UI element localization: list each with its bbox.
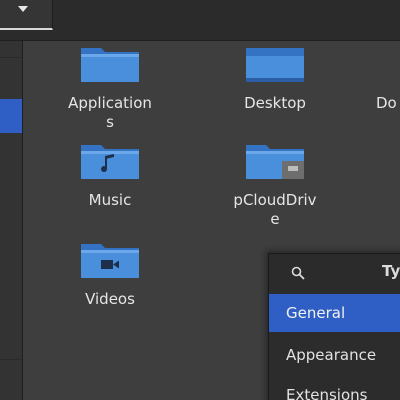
file-label: pCloudDriv e: [233, 191, 317, 228]
sidebar-divider: [0, 359, 22, 360]
menu-item-extensions[interactable]: Extensions: [269, 376, 400, 400]
search-hint-text: Ty: [382, 262, 400, 280]
sidebar-item-selected[interactable]: [0, 99, 22, 133]
file-item-applications[interactable]: Application s: [50, 44, 170, 132]
remote-folder-icon: [242, 141, 308, 181]
chevron-down-icon: [18, 6, 28, 12]
file-item-music[interactable]: Music: [50, 141, 170, 210]
desktop-folder-icon: [242, 44, 308, 84]
sidebar: [0, 41, 23, 400]
path-dropdown-button[interactable]: [0, 0, 53, 30]
header-bar: [0, 0, 400, 41]
video-folder-icon: [77, 240, 143, 280]
file-label: Videos: [85, 290, 135, 308]
popover-search-bar[interactable]: Ty: [269, 254, 400, 290]
file-item-partial[interactable]: Do: [344, 44, 400, 113]
search-icon: [291, 265, 305, 280]
file-item-videos[interactable]: Videos: [50, 240, 170, 309]
file-item-desktop[interactable]: Desktop: [215, 44, 335, 113]
file-label: Music: [88, 191, 132, 209]
file-item-pclouddrive[interactable]: pCloudDriv e: [215, 141, 335, 229]
music-folder-icon: [77, 141, 143, 181]
folder-icon: [386, 44, 400, 84]
menu-item-general[interactable]: General: [269, 294, 400, 332]
file-label: Do: [376, 94, 397, 112]
sidebar-divider: [0, 57, 22, 58]
menu-item-appearance[interactable]: Appearance: [269, 336, 400, 374]
preferences-popover: Ty General Appearance Extensions: [268, 253, 400, 400]
file-label: Application s: [68, 94, 152, 131]
file-label: Desktop: [244, 94, 306, 112]
folder-icon: [77, 44, 143, 84]
file-manager-window: Application s Desktop Do Music pCloudDri…: [0, 0, 400, 400]
